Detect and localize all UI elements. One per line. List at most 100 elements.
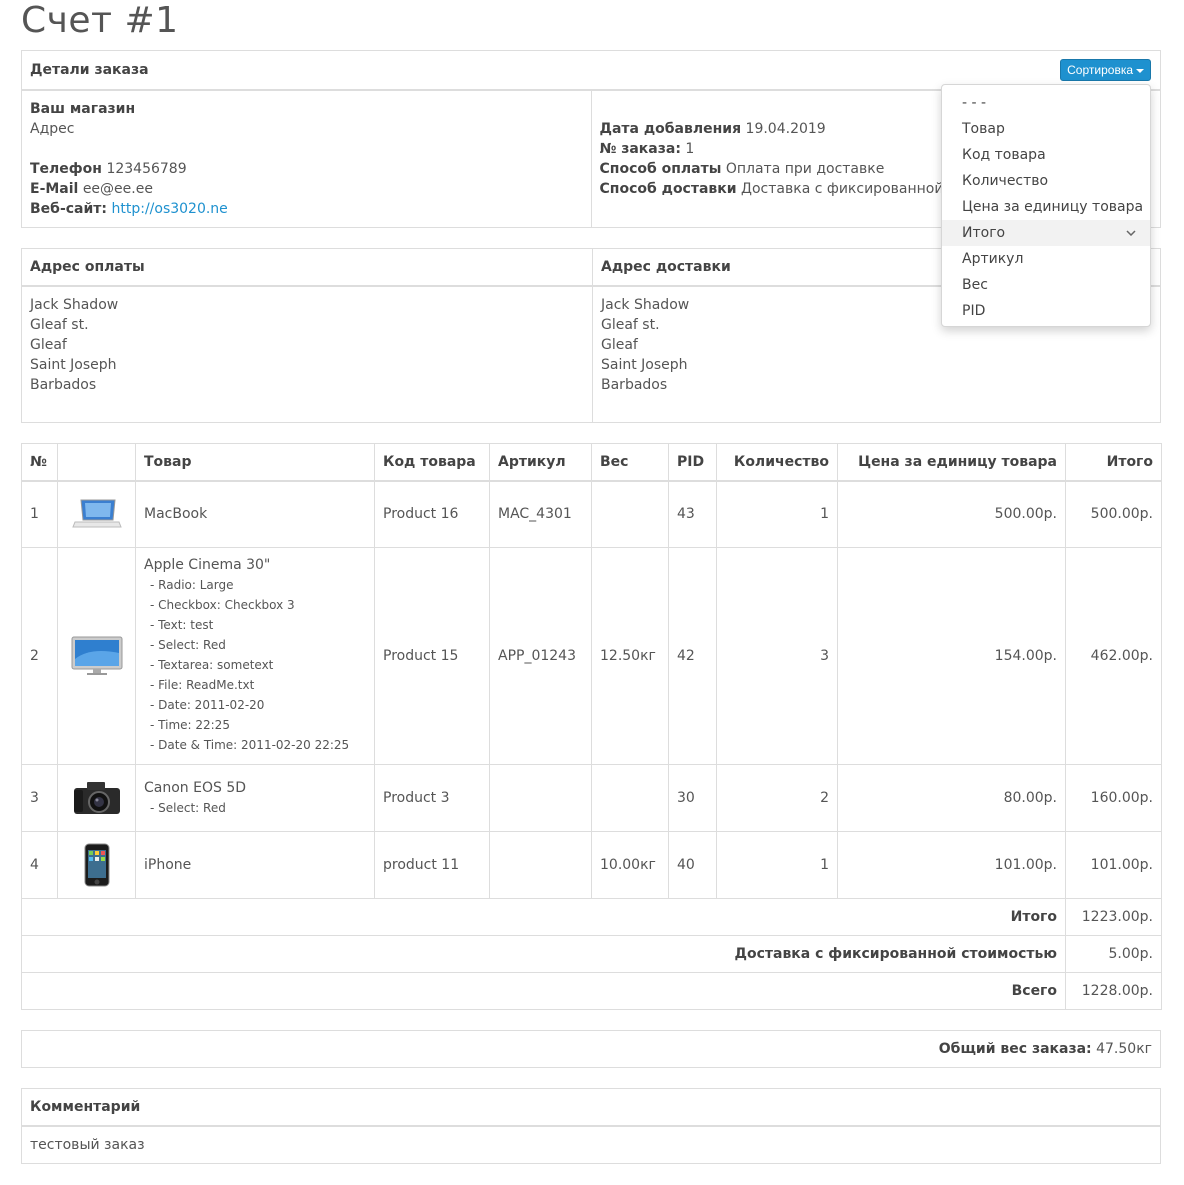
- product-code: product 11: [374, 831, 490, 899]
- product-option: - Date & Time: 2011-02-20 22:25: [150, 738, 350, 752]
- product-unit-price: 101.00р.: [837, 831, 1066, 899]
- row-no: 1: [21, 480, 58, 548]
- product-option: - Time: 22:25: [150, 718, 230, 732]
- total-label: Доставка с фиксированной стоимостью: [21, 935, 1066, 973]
- sort-option-weight[interactable]: Вес: [942, 272, 1150, 298]
- order-weight: Общий вес заказа: 47.50кг: [21, 1030, 1161, 1068]
- phone-value: 123456789: [106, 161, 187, 177]
- payment-address: Jack Shadow Gleaf st. Gleaf Saint Joseph…: [21, 285, 593, 423]
- product-total: 160.00р.: [1065, 764, 1162, 832]
- product-sku: MAC_4301: [489, 480, 592, 548]
- totals-row-shipping: Доставка с фиксированной стоимостью 5.00…: [21, 935, 1162, 973]
- address-line: Barbados: [30, 377, 97, 393]
- sort-button[interactable]: Сортировка: [1060, 59, 1151, 81]
- payment-label: Способ оплаты: [599, 161, 722, 177]
- product-name-cell: Canon EOS 5D - Select: Red: [135, 764, 375, 832]
- email-value: ee@ee.ee: [82, 181, 153, 197]
- product-total: 101.00р.: [1065, 831, 1162, 899]
- sort-option-total[interactable]: Итого: [942, 220, 1150, 246]
- product-unit-price: 154.00р.: [837, 547, 1066, 765]
- totals-row-grand: Всего 1228.00р.: [21, 972, 1162, 1010]
- grand-total-value: 1228.00р.: [1065, 972, 1162, 1010]
- shipping-total-value: 5.00р.: [1065, 935, 1162, 973]
- camera-icon: [73, 782, 120, 814]
- address-line: Barbados: [601, 377, 668, 393]
- col-header-unit-price: Цена за единицу товара: [837, 442, 1066, 482]
- sort-option-none[interactable]: - - -: [942, 90, 1150, 116]
- comment-header: Комментарий: [21, 1088, 1161, 1127]
- total-label: Всего: [21, 972, 1066, 1010]
- payment-value: Оплата при доставке: [725, 161, 885, 177]
- sort-option-product[interactable]: Товар: [942, 116, 1150, 142]
- col-header-image: [57, 442, 136, 482]
- product-name: MacBook: [144, 506, 208, 523]
- product-image: [57, 764, 136, 832]
- product-name: Apple Cinema 30": [144, 557, 271, 573]
- product-option: - File: ReadMe.txt: [150, 678, 255, 692]
- product-option: - Text: test: [150, 618, 214, 632]
- product-option: - Select: Red: [150, 801, 226, 815]
- product-total: 462.00р.: [1065, 547, 1162, 765]
- product-weight: 12.50кг: [591, 547, 669, 765]
- product-option: - Select: Red: [150, 638, 226, 652]
- product-weight: [591, 480, 669, 548]
- col-header-total: Итого: [1065, 442, 1162, 482]
- product-option: - Radio: Large: [150, 578, 234, 592]
- website-label: Веб-сайт:: [30, 201, 108, 217]
- sort-option-code[interactable]: Код товара: [942, 142, 1150, 168]
- col-header-quantity: Количество: [716, 442, 838, 482]
- table-row: 1 MacBook Product 16 MAC_4301 43 1 500.0…: [21, 480, 1162, 548]
- store-name: Ваш магазин: [30, 101, 136, 117]
- total-label: Итого: [21, 898, 1066, 936]
- subtotal-label: Итого: [1010, 909, 1057, 925]
- page-title: Счет #1: [21, 0, 179, 41]
- product-pid: 43: [668, 480, 717, 548]
- col-header-no: №: [21, 442, 58, 482]
- shipping-total-label: Доставка с фиксированной стоимостью: [734, 946, 1058, 962]
- product-sku: [489, 764, 592, 832]
- product-total: 500.00р.: [1065, 480, 1162, 548]
- col-header-sku: Артикул: [489, 442, 592, 482]
- address-line: Gleaf: [30, 337, 67, 353]
- website-link[interactable]: http://os3020.ne: [111, 201, 227, 217]
- order-weight-label: Общий вес заказа:: [938, 1041, 1092, 1057]
- product-pid: 42: [668, 547, 717, 765]
- col-header-weight: Вес: [591, 442, 669, 482]
- comment-text: тестовый заказ: [21, 1125, 1161, 1164]
- email-label: E-Mail: [30, 181, 79, 197]
- product-option: - Textarea: sometext: [150, 658, 274, 672]
- chevron-down-icon: [1126, 220, 1136, 246]
- monitor-icon: [71, 636, 122, 675]
- sort-option-pid[interactable]: PID: [942, 298, 1150, 324]
- table-row: 4 iPhone product 11 10.00кг 40 1 101.00р…: [21, 831, 1162, 899]
- row-no: 4: [21, 831, 58, 899]
- product-weight: 10.00кг: [591, 831, 669, 899]
- product-code: Product 3: [374, 764, 490, 832]
- order-details-title: Детали заказа: [30, 62, 149, 78]
- product-image: [57, 547, 136, 765]
- store-address: Адрес: [30, 121, 75, 137]
- order-no-label: № заказа:: [599, 141, 681, 157]
- address-line: Saint Joseph: [30, 357, 117, 373]
- sort-option-unit-price[interactable]: Цена за единицу товара: [942, 194, 1150, 220]
- sort-button-label: Сортировка: [1067, 63, 1133, 77]
- address-line: Saint Joseph: [601, 357, 688, 373]
- address-line: Gleaf st.: [30, 317, 89, 333]
- product-name-cell: iPhone: [135, 831, 375, 899]
- product-quantity: 2: [716, 764, 838, 832]
- row-no: 3: [21, 764, 58, 832]
- sort-option-sku[interactable]: Артикул: [942, 246, 1150, 272]
- laptop-icon: [71, 499, 122, 528]
- phone-label: Телефон: [30, 161, 102, 177]
- sort-option-quantity[interactable]: Количество: [942, 168, 1150, 194]
- product-unit-price: 80.00р.: [837, 764, 1066, 832]
- product-pid: 30: [668, 764, 717, 832]
- caret-down-icon: [1136, 68, 1144, 73]
- grand-total-label: Всего: [1011, 983, 1057, 999]
- date-label: Дата добавления: [599, 121, 742, 137]
- table-row: 3 Canon EOS 5D - Select: Red Product 3 3…: [21, 764, 1162, 832]
- address-line: Gleaf: [601, 337, 638, 353]
- product-option: - Checkbox: Checkbox 3: [150, 598, 295, 612]
- product-unit-price: 500.00р.: [837, 480, 1066, 548]
- product-name-cell: MacBook: [135, 480, 375, 548]
